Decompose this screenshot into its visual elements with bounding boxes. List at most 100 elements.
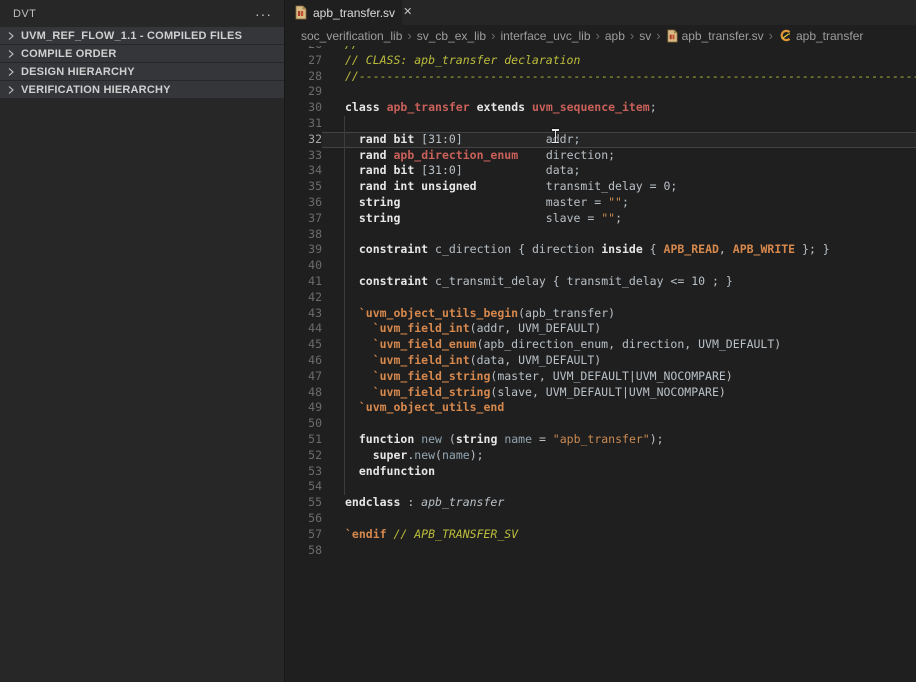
line-number[interactable]: 41 [286,274,322,290]
line-number[interactable]: 33 [286,148,322,164]
code-line-41[interactable]: 41 constraint c_transmit_delay { transmi… [286,274,916,290]
code-line-content [322,258,916,274]
code-line-34[interactable]: 34 rand bit [31:0] data; [286,163,916,179]
code-line-38[interactable]: 38 [286,227,916,243]
breadcrumb-separator: › [656,28,660,43]
breadcrumb-item-apb-transfer-sv[interactable]: apb_transfer.sv [666,29,764,43]
code-line-30[interactable]: 30class apb_transfer extends uvm_sequenc… [286,100,916,116]
line-number[interactable]: 39 [286,242,322,258]
code-line-31[interactable]: 31 [286,116,916,132]
line-number[interactable]: 44 [286,321,322,337]
line-number[interactable]: 36 [286,195,322,211]
line-number[interactable]: 54 [286,479,322,495]
code-line-57[interactable]: 57`endif // APB_TRANSFER_SV [286,527,916,543]
code-line-32[interactable]: 32 rand bit [31:0] addr; [286,132,916,148]
code-line-37[interactable]: 37 string slave = ""; [286,211,916,227]
line-number[interactable]: 49 [286,400,322,416]
line-number[interactable]: 42 [286,290,322,306]
line-number[interactable]: 30 [286,100,322,116]
code-line-50[interactable]: 50 [286,416,916,432]
line-number[interactable]: 40 [286,258,322,274]
code-line-content: `uvm_object_utils_begin(apb_transfer) [322,306,916,322]
code-line-51[interactable]: 51 function new (string name = "apb_tran… [286,432,916,448]
sv-file-icon [666,29,678,43]
breadcrumb-item-soc-verification-lib[interactable]: soc_verification_lib [301,29,402,43]
breadcrumb-item-apb[interactable]: apb [605,29,625,43]
code-line-42[interactable]: 42 [286,290,916,306]
code-line-33[interactable]: 33 rand apb_direction_enum direction; [286,148,916,164]
breadcrumb-item-apb-transfer[interactable]: apb_transfer [778,29,863,43]
code-line-35[interactable]: 35 rand int unsigned transmit_delay = 0; [286,179,916,195]
code-line-content: function new (string name = "apb_transfe… [322,432,916,448]
code-line-49[interactable]: 49 `uvm_object_utils_end [286,400,916,416]
line-number[interactable]: 50 [286,416,322,432]
code-line-52[interactable]: 52 super.new(name); [286,448,916,464]
tab-close-icon[interactable]: ✕ [403,7,412,18]
code-editor[interactable]: 26 //------------------------------------… [286,46,916,682]
code-line-39[interactable]: 39 constraint c_direction { direction in… [286,242,916,258]
line-number[interactable]: 31 [286,116,322,132]
sidebar-section-label: DESIGN HIERARCHY [21,66,135,78]
code-line-27[interactable]: 27// CLASS: apb_transfer declaration [286,53,916,69]
code-line-48[interactable]: 48 `uvm_field_string(slave, UVM_DEFAULT|… [286,385,916,401]
breadcrumb-separator: › [407,28,411,43]
code-line-55[interactable]: 55endclass : apb_transfer [286,495,916,511]
code-line-47[interactable]: 47 `uvm_field_string(master, UVM_DEFAULT… [286,369,916,385]
breadcrumb-item-interface-uvc-lib[interactable]: interface_uvc_lib [500,29,590,43]
line-number[interactable]: 37 [286,211,322,227]
code-line-content: endclass : apb_transfer [322,495,916,511]
sidebar-section-label: COMPILE ORDER [21,48,117,60]
line-number[interactable]: 55 [286,495,322,511]
line-number[interactable]: 32 [286,132,322,148]
line-number[interactable]: 35 [286,179,322,195]
code-line-53[interactable]: 53 endfunction [286,464,916,480]
sidebar-section-verification-hierarchy[interactable]: VERIFICATION HIERARCHY [0,81,284,98]
line-number[interactable]: 46 [286,353,322,369]
code-line-46[interactable]: 46 `uvm_field_int(data, UVM_DEFAULT) [286,353,916,369]
line-number[interactable]: 43 [286,306,322,322]
code-line-26[interactable]: 26//------------------------------------… [286,46,916,53]
sidebar-section-uvm-ref-flow-1-1-compiled-files[interactable]: UVM_REF_FLOW_1.1 - COMPILED FILES [0,27,284,44]
code-line-58[interactable]: 58 [286,543,916,559]
code-line-40[interactable]: 40 [286,258,916,274]
sidebar-section-compile-order[interactable]: COMPILE ORDER [0,45,284,62]
line-number[interactable]: 48 [286,385,322,401]
code-line-28[interactable]: 28//------------------------------------… [286,69,916,85]
line-number[interactable]: 47 [286,369,322,385]
breadcrumb-item-label: apb [605,29,625,43]
code-line-43[interactable]: 43 `uvm_object_utils_begin(apb_transfer) [286,306,916,322]
code-line-54[interactable]: 54 [286,479,916,495]
sidebar-section-design-hierarchy[interactable]: DESIGN HIERARCHY [0,63,284,80]
tab-apb-transfer-sv[interactable]: apb_transfer.sv ✕ [286,0,402,25]
code-line-36[interactable]: 36 string master = ""; [286,195,916,211]
more-actions-icon[interactable]: ··· [255,9,272,19]
line-number[interactable]: 29 [286,84,322,100]
code-line-content: `uvm_field_enum(apb_direction_enum, dire… [322,337,916,353]
line-number[interactable]: 53 [286,464,322,480]
line-number[interactable]: 28 [286,69,322,85]
line-number[interactable]: 45 [286,337,322,353]
line-number[interactable]: 58 [286,543,322,559]
code-line-content: string slave = ""; [322,211,916,227]
code-line-45[interactable]: 45 `uvm_field_enum(apb_direction_enum, d… [286,337,916,353]
line-number[interactable]: 57 [286,527,322,543]
line-number[interactable]: 26 [286,46,322,53]
code-line-44[interactable]: 44 `uvm_field_int(addr, UVM_DEFAULT) [286,321,916,337]
breadcrumb-item-label: apb_transfer [796,29,863,43]
breadcrumb-item-sv-cb-ex-lib[interactable]: sv_cb_ex_lib [417,29,486,43]
code-line-56[interactable]: 56 [286,511,916,527]
line-number[interactable]: 51 [286,432,322,448]
breadcrumb-separator: › [769,28,773,43]
code-line-29[interactable]: 29 [286,84,916,100]
chevron-right-icon [6,49,18,59]
code-line-content: super.new(name); [322,448,916,464]
line-number[interactable]: 27 [286,53,322,69]
breadcrumb-item-sv[interactable]: sv [639,29,651,43]
line-number[interactable]: 56 [286,511,322,527]
line-number[interactable]: 52 [286,448,322,464]
code-line-content: //--------------------------------------… [322,69,916,85]
line-number[interactable]: 38 [286,227,322,243]
sidebar-sections: UVM_REF_FLOW_1.1 - COMPILED FILES COMPILE… [0,27,284,98]
line-number[interactable]: 34 [286,163,322,179]
breadcrumb-item-label: apb_transfer.sv [682,29,764,43]
